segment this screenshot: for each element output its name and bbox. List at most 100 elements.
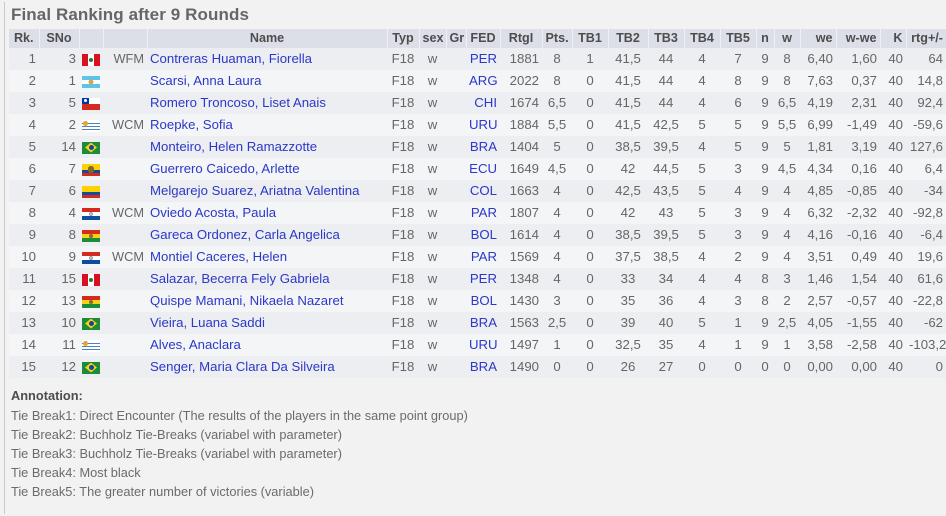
cell-federation[interactable]: PAR [466,202,500,224]
player-name-link[interactable]: Monteiro, Helen Ramazzotte [150,139,317,154]
player-name-link[interactable]: Roepke, Sofia [150,117,233,132]
player-name-link[interactable]: Alves, Anaclara [150,337,241,352]
player-name-link[interactable]: Oviedo Acosta, Paula [150,205,276,220]
table-row[interactable]: 4 2 WCM Roepke, Sofia F18 w URU 1884 5,5 0 41,5 42,… [9,114,946,136]
cell-player-name[interactable]: Vieira, Luana Saddi [147,312,387,334]
col-header-tb5[interactable]: TB5 [720,29,757,48]
col-header-name[interactable]: Name [147,29,388,48]
cell-player-name[interactable]: Monteiro, Helen Ramazzotte [147,136,387,158]
col-header-flag [79,29,104,48]
cell-player-name[interactable]: Gareca Ordonez, Carla Angelica [147,224,387,246]
table-row[interactable]: 5 14 Monteiro, Helen Ramazzotte F18 w BRA 1404… [9,136,946,158]
cell-player-name[interactable]: Romero Troncoso, Liset Anais [147,92,387,114]
cell-sno: 4 [39,202,79,224]
cell-player-name[interactable]: Scarsi, Anna Laura [147,70,387,92]
federation-link[interactable]: PER [470,51,497,66]
cell-federation[interactable]: ARG [466,70,500,92]
player-name-link[interactable]: Scarsi, Anna Laura [150,73,261,88]
col-header-typ[interactable]: Typ [387,29,420,48]
col-header-w[interactable]: w [774,29,801,48]
col-header-rtg[interactable]: rtg+/- [906,29,946,48]
table-row[interactable]: 11 15 Salazar, Becerra Fely Gabriela F18 w PE… [9,268,946,290]
cell-federation[interactable]: URU [466,334,500,356]
table-row[interactable]: 9 8 Gareca Ordonez, Carla Angelica F18 w BOL 1… [9,224,946,246]
player-name-link[interactable]: Contreras Huaman, Fiorella [150,51,312,66]
cell-player-name[interactable]: Roepke, Sofia [147,114,387,136]
cell-federation[interactable]: BOL [466,224,500,246]
player-name-link[interactable]: Guerrero Caicedo, Arlette [150,161,300,176]
col-header-fed[interactable]: FED [466,29,501,48]
col-header-we[interactable]: we [800,29,837,48]
table-row[interactable]: 10 9 WCM Montiel Caceres, Helen F18 w PAR 1569 4… [9,246,946,268]
federation-link[interactable]: PER [470,271,497,286]
table-row[interactable]: 1 3 WFM Contreras Huaman, Fiorella F18 w PER 18… [9,48,946,70]
player-name-link[interactable]: Senger, Maria Clara Da Silveira [150,359,335,374]
federation-link[interactable]: ECU [469,161,497,176]
cell-player-name[interactable]: Oviedo Acosta, Paula [147,202,387,224]
table-row[interactable]: 7 6 Melgarejo Suarez, Ariatna Valentina F18… [9,180,946,202]
cell-player-name[interactable]: Melgarejo Suarez, Ariatna Valentina [147,180,387,202]
player-name-link[interactable]: Melgarejo Suarez, Ariatna Valentina [150,183,359,198]
player-name-link[interactable]: Quispe Mamani, Nikaela Nazaret [150,293,344,308]
cell-n: 9 [756,114,774,136]
table-row[interactable]: 12 13 Quispe Mamani, Nikaela Nazaret F18 w BO… [9,290,946,312]
cell-federation[interactable]: PER [466,48,500,70]
federation-link[interactable]: URU [469,117,498,132]
cell-federation[interactable]: URU [466,114,500,136]
cell-federation[interactable]: COL [466,180,500,202]
player-name-link[interactable]: Salazar, Becerra Fely Gabriela [150,271,330,286]
federation-link[interactable]: BRA [470,139,497,154]
cell-flag [79,180,103,202]
cell-player-name[interactable]: Quispe Mamani, Nikaela Nazaret [147,290,387,312]
cell-player-name[interactable]: Alves, Anaclara [147,334,387,356]
table-row[interactable]: 6 7 Guerrero Caicedo, Arlette F18 w ECU 1649 4,… [9,158,946,180]
cell-player-name[interactable]: Salazar, Becerra Fely Gabriela [147,268,387,290]
player-name-link[interactable]: Vieira, Luana Saddi [150,315,265,330]
table-row[interactable]: 14 11 Alves, Anaclara F18 w URU 1497 1 0 32,5 35 4 1… [9,334,946,356]
col-header-tb3[interactable]: TB3 [648,29,685,48]
col-header-n[interactable]: n [756,29,775,48]
cell-federation[interactable]: BRA [466,312,500,334]
col-header-w-we[interactable]: w-we [836,29,881,48]
col-header-sno[interactable]: SNo [39,29,80,48]
federation-link[interactable]: PAR [471,205,497,220]
table-row[interactable]: 2 1 Scarsi, Anna Laura F18 w ARG 2022 8 0 41,5 44 4… [9,70,946,92]
cell-player-name[interactable]: Montiel Caceres, Helen [147,246,387,268]
cell-federation[interactable]: BRA [466,356,500,378]
col-header-sex[interactable]: sex [419,29,447,48]
col-header-rtgi[interactable]: RtgI [500,29,543,48]
table-row[interactable]: 13 10 Vieira, Luana Saddi F18 w BRA 1563 2,5 0 39… [9,312,946,334]
cell-federation[interactable]: CHI [466,92,500,114]
cell-federation[interactable]: BOL [466,290,500,312]
federation-link[interactable]: COL [470,183,497,198]
player-name-link[interactable]: Montiel Caceres, Helen [150,249,287,264]
federation-link[interactable]: ARG [469,73,498,88]
cell-player-name[interactable]: Contreras Huaman, Fiorella [147,48,387,70]
cell-federation[interactable]: PER [466,268,500,290]
federation-link[interactable]: BRA [470,359,497,374]
col-header-tb1[interactable]: TB1 [572,29,609,48]
federation-link[interactable]: BOL [471,227,497,242]
table-row[interactable]: 15 12 Senger, Maria Clara Da Silveira F18 w B… [9,356,946,378]
federation-link[interactable]: URU [469,337,498,352]
federation-link[interactable]: BRA [470,315,497,330]
col-header-gr[interactable]: Gr [446,29,467,48]
federation-link[interactable]: BOL [471,293,497,308]
cell-player-name[interactable]: Senger, Maria Clara Da Silveira [147,356,387,378]
col-header-pts[interactable]: Pts. [542,29,573,48]
player-name-link[interactable]: Gareca Ordonez, Carla Angelica [150,227,340,242]
table-row[interactable]: 3 5 Romero Troncoso, Liset Anais F18 w CHI 167… [9,92,946,114]
cell-federation[interactable]: ECU [466,158,500,180]
cell-player-name[interactable]: Guerrero Caicedo, Arlette [147,158,387,180]
federation-link[interactable]: CHI [474,95,497,110]
cell-federation[interactable]: BRA [466,136,500,158]
col-header-k[interactable]: K [880,29,907,48]
table-row[interactable]: 8 4 WCM Oviedo Acosta, Paula F18 w PAR 1807 4 0 42… [9,202,946,224]
federation-link[interactable]: PAR [471,249,497,264]
cell-tb2: 41,5 [608,70,648,92]
col-header-tb4[interactable]: TB4 [684,29,721,48]
player-name-link[interactable]: Romero Troncoso, Liset Anais [150,95,326,110]
col-header-rk[interactable]: Rk. [9,29,40,48]
col-header-tb2[interactable]: TB2 [608,29,649,48]
cell-federation[interactable]: PAR [466,246,500,268]
